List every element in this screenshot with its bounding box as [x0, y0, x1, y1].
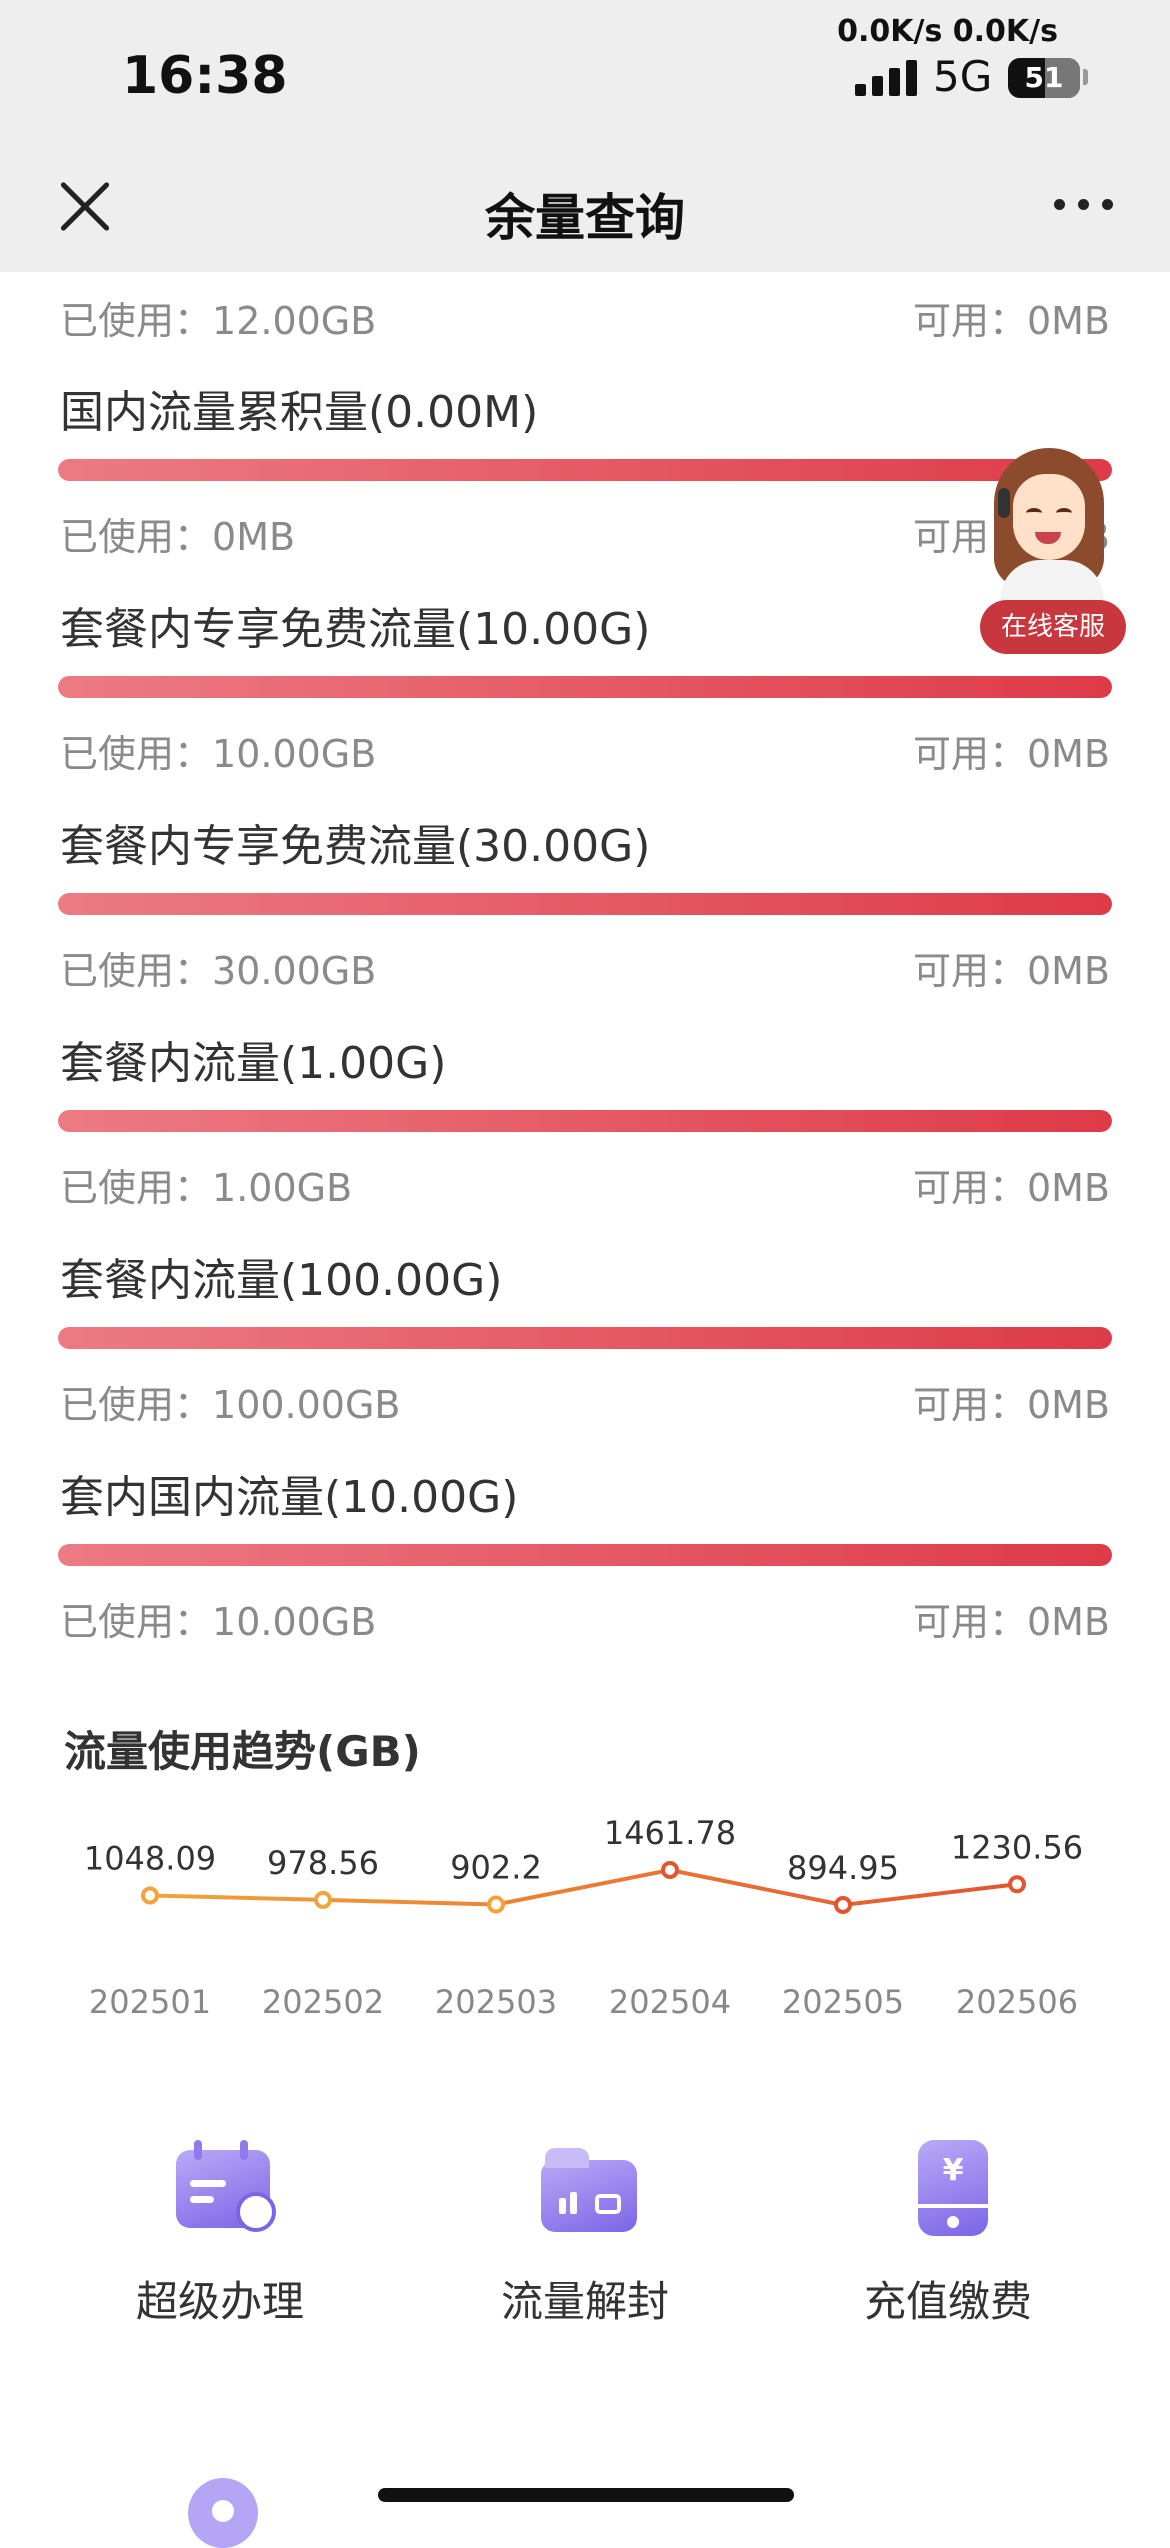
data-label: 978.56	[267, 1844, 379, 1882]
network-speed: 0.0K/s 0.0K/s	[837, 14, 1058, 49]
chart-title: 流量使用趋势(GB)	[64, 1727, 421, 1776]
status-time: 16:38	[122, 46, 288, 106]
usage-item-title: 套餐内流量(1.00G)	[60, 1038, 447, 1089]
battery-icon: 51	[1008, 58, 1080, 98]
data-point	[834, 1896, 852, 1914]
usage-row: 已使用：1.00GB 可用：0MB	[60, 1166, 1110, 1210]
data-label: 1230.56	[951, 1828, 1083, 1866]
usage-row: 已使用：10.00GB 可用：0MB	[60, 1600, 1110, 1644]
x-tick-label: 202505	[782, 1983, 904, 2021]
available-value: 0MB	[1026, 1600, 1110, 1644]
phone-yuan-icon: ¥	[904, 2140, 992, 2236]
usage-item-title: 套餐内流量(100.00G)	[60, 1255, 503, 1306]
used-value: 100.00GB	[212, 1383, 401, 1427]
more-menu-button[interactable]	[1054, 196, 1114, 216]
network-type: 5G	[933, 52, 993, 101]
used-value: 1.00GB	[212, 1166, 353, 1210]
action-label: 充值缴费	[863, 2277, 1032, 2326]
signal-icon	[855, 60, 917, 96]
usage-progress-fill	[58, 1327, 1112, 1349]
top-bar: 0.0K/s 0.0K/s 16:38 5G 51 余量查询	[0, 0, 1170, 272]
usage-progress-fill	[58, 459, 1112, 481]
usage-progress-bar	[58, 1110, 1112, 1132]
x-tick-label: 202506	[956, 1983, 1078, 2021]
data-point	[661, 1861, 679, 1879]
data-point	[141, 1886, 159, 1905]
x-tick-label: 202501	[89, 1983, 211, 2021]
usage-row: 已使用：30.00GB 可用：0MB	[60, 949, 1110, 993]
action-recharge[interactable]: ¥ 充值缴费	[808, 2140, 1088, 2340]
usage-item-title: 套餐内专享免费流量(10.00G)	[60, 604, 651, 655]
available-value: 0MB	[1026, 732, 1110, 776]
data-point	[314, 1890, 332, 1909]
data-label: 1048.09	[84, 1840, 216, 1878]
data-point	[1008, 1875, 1026, 1894]
data-point	[487, 1895, 505, 1914]
usage-item-title: 国内流量累积量(0.00M)	[60, 387, 539, 438]
action-label: 流量解封	[500, 2277, 669, 2326]
data-label: 902.2	[450, 1849, 542, 1887]
used-value: 0MB	[212, 515, 296, 559]
calendar-clock-icon	[176, 2140, 276, 2236]
service-avatar	[1013, 474, 1085, 560]
usage-item-title: 套内国内流量(10.00G)	[60, 1472, 519, 1523]
used-value: 10.00GB	[212, 732, 377, 776]
online-service-button[interactable]: 在线客服	[980, 448, 1126, 654]
used-value: 10.00GB	[212, 1600, 377, 1644]
usage-row: 已使用：100.00GB 可用：0MB	[60, 1383, 1110, 1427]
action-data-unblock[interactable]: 流量解封	[445, 2140, 725, 2340]
used-value: 30.00GB	[212, 949, 377, 993]
available-value: 0MB	[1026, 299, 1110, 343]
usage-row: 已使用：10.00GB 可用：0MB	[60, 732, 1110, 776]
x-tick-label: 202504	[609, 1983, 731, 2021]
usage-progress-fill	[58, 1544, 1112, 1566]
usage-progress-bar	[58, 1327, 1112, 1349]
x-tick-label: 202503	[435, 1983, 557, 2021]
data-label: 1461.78	[604, 1814, 736, 1852]
usage-row: 已使用：0MB可用：0MB	[60, 506, 1110, 559]
usage-progress-bar	[58, 1544, 1112, 1566]
home-indicator[interactable]	[378, 2488, 794, 2502]
usage-row: 已使用：12.00GB 可用：0MB	[60, 299, 1110, 343]
usage-progress-fill	[58, 676, 1112, 698]
online-service-label: 在线客服	[980, 600, 1126, 654]
usage-progress-bar	[58, 893, 1112, 915]
usage-progress-fill	[58, 1110, 1112, 1132]
usage-progress-bar	[58, 459, 1112, 481]
usage-progress-fill	[58, 893, 1112, 915]
page-title: 余量查询	[485, 189, 685, 247]
usage-trend-chart: 1048.09 202501 978.56 202502 902.2 202503 1461…	[84, 1814, 1083, 2021]
action-label: 超级办理	[135, 2277, 304, 2326]
battery-tip	[1083, 69, 1088, 85]
folder-lock-icon	[541, 2140, 637, 2236]
available-value: 0MB	[1026, 1166, 1110, 1210]
usage-progress-bar	[58, 676, 1112, 698]
used-value: 12.00GB	[212, 299, 377, 343]
data-label: 894.95	[787, 1849, 899, 1887]
x-tick-label: 202502	[262, 1983, 384, 2021]
floating-nav-button[interactable]	[188, 2478, 258, 2548]
action-super-handle[interactable]: 超级办理	[80, 2140, 360, 2340]
available-value: 0MB	[1026, 1383, 1110, 1427]
usage-item-title: 套餐内专享免费流量(30.00G)	[60, 821, 651, 872]
battery-percent: 51	[1024, 61, 1064, 94]
headset-icon	[998, 488, 1010, 518]
available-value: 0MB	[1026, 949, 1110, 993]
